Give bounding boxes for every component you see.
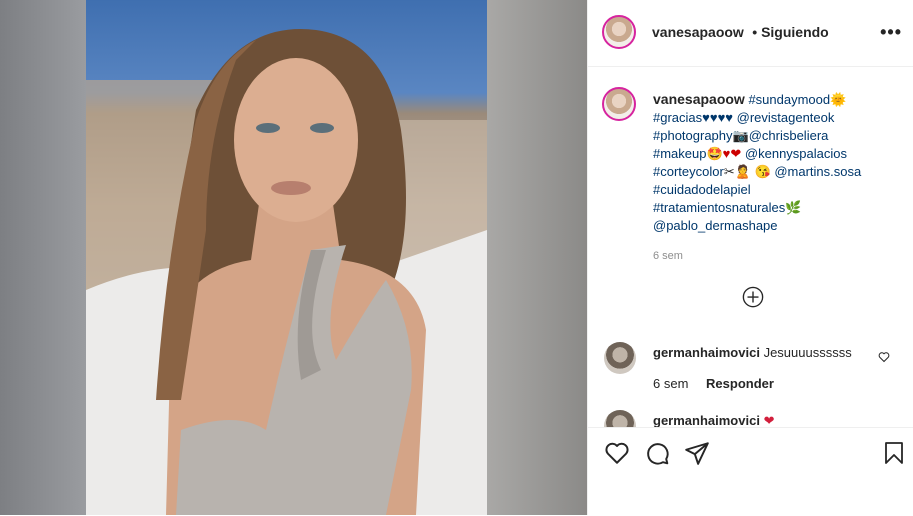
caption-line-4: #corteycolor✂🙎 😘 @martins.sosa: [653, 163, 903, 181]
comment-text: Jesuuuussssss: [763, 345, 852, 360]
caption-line-5: #cuidadodelapiel: [653, 181, 903, 199]
comment-timestamp: 6 sem: [653, 376, 689, 391]
mention-link[interactable]: @martins.sosa: [771, 164, 861, 179]
commenter-username[interactable]: germanhaimovici: [653, 413, 760, 427]
comment-meta: 6 sem Responder: [653, 376, 774, 391]
photo-blur-left: [0, 0, 86, 515]
hashtag-link[interactable]: #makeup: [653, 146, 706, 161]
post-side-panel: vanesapaoow • Siguiendo ••• vanesapaoow …: [587, 0, 913, 516]
caption-timestamp: 6 sem: [653, 250, 683, 262]
emoji: 🌿: [785, 200, 802, 215]
caption-username[interactable]: vanesapaoow: [653, 91, 745, 107]
caption-avatar[interactable]: [602, 87, 636, 121]
comment-like-icon[interactable]: [878, 351, 890, 363]
photo-blur-right: [487, 0, 587, 515]
comment-text-row: germanhaimovici Jesuuuussssss: [653, 345, 852, 360]
author-username[interactable]: vanesapaoow: [652, 24, 744, 40]
heart-icon[interactable]: [604, 440, 630, 466]
post-header: vanesapaoow • Siguiendo •••: [588, 0, 913, 67]
emoji: 🌞: [830, 92, 847, 107]
caption-line-6: #tratamientosnaturales🌿: [653, 199, 903, 217]
emoji: ✂🙎 😘: [723, 164, 771, 179]
share-icon[interactable]: [684, 440, 710, 466]
more-options-icon[interactable]: •••: [880, 22, 902, 43]
caption-line-1: #gracias♥♥♥♥ @revistagenteok: [653, 109, 903, 127]
comment-item: germanhaimovici Jesuuuussssss 6 sem Resp…: [604, 342, 904, 392]
portrait-illustration: [86, 29, 487, 515]
commenter-avatar[interactable]: [604, 342, 636, 374]
bookmark-icon[interactable]: [882, 440, 906, 466]
comment-icon[interactable]: [644, 440, 670, 466]
emoji: 🤩♥❤: [706, 146, 742, 161]
author-row: vanesapaoow • Siguiendo: [652, 24, 829, 42]
caption-line-0: vanesapaoow #sundaymood🌞: [653, 90, 903, 109]
post-photo[interactable]: [0, 0, 587, 515]
mention-link[interactable]: @chrisbeliera: [749, 128, 829, 143]
hashtag-link[interactable]: #tratamientosnaturales: [653, 200, 785, 215]
mention-link[interactable]: @pablo_dermashape: [653, 218, 778, 233]
hashtag-link[interactable]: #photography: [653, 128, 733, 143]
plus-circle-icon[interactable]: [742, 286, 764, 308]
comment-text: ❤: [763, 413, 775, 427]
hashtag-link[interactable]: #sundaymood: [748, 92, 830, 107]
author-avatar[interactable]: [602, 15, 636, 49]
mention-link[interactable]: @revistagenteok: [733, 110, 835, 125]
commenter-avatar[interactable]: [604, 410, 636, 427]
hashtag-link[interactable]: #corteycolor: [653, 164, 724, 179]
hashtag-link[interactable]: #cuidadodelapiel: [653, 182, 751, 197]
caption-line-3: #makeup🤩♥❤ @kennyspalacios: [653, 145, 903, 163]
emoji: 📷: [732, 128, 749, 143]
emoji: ♥♥♥♥: [702, 110, 734, 125]
hashtag-link[interactable]: #gracias: [653, 110, 702, 125]
caption-line-7: @pablo_dermashape: [653, 217, 903, 235]
caption-line-2: #photography📷@chrisbeliera: [653, 127, 903, 145]
post-caption: vanesapaoow #sundaymood🌞 #gracias♥♥♥♥ @r…: [653, 90, 903, 265]
mention-link[interactable]: @kennyspalacios: [741, 146, 847, 161]
comment-text-row: germanhaimovici ❤: [653, 413, 774, 427]
action-bar: [588, 427, 913, 516]
comment-item: germanhaimovici ❤: [604, 410, 904, 427]
follow-status[interactable]: • Siguiendo: [752, 24, 828, 40]
reply-button[interactable]: Responder: [706, 376, 774, 391]
commenter-username[interactable]: germanhaimovici: [653, 345, 760, 360]
